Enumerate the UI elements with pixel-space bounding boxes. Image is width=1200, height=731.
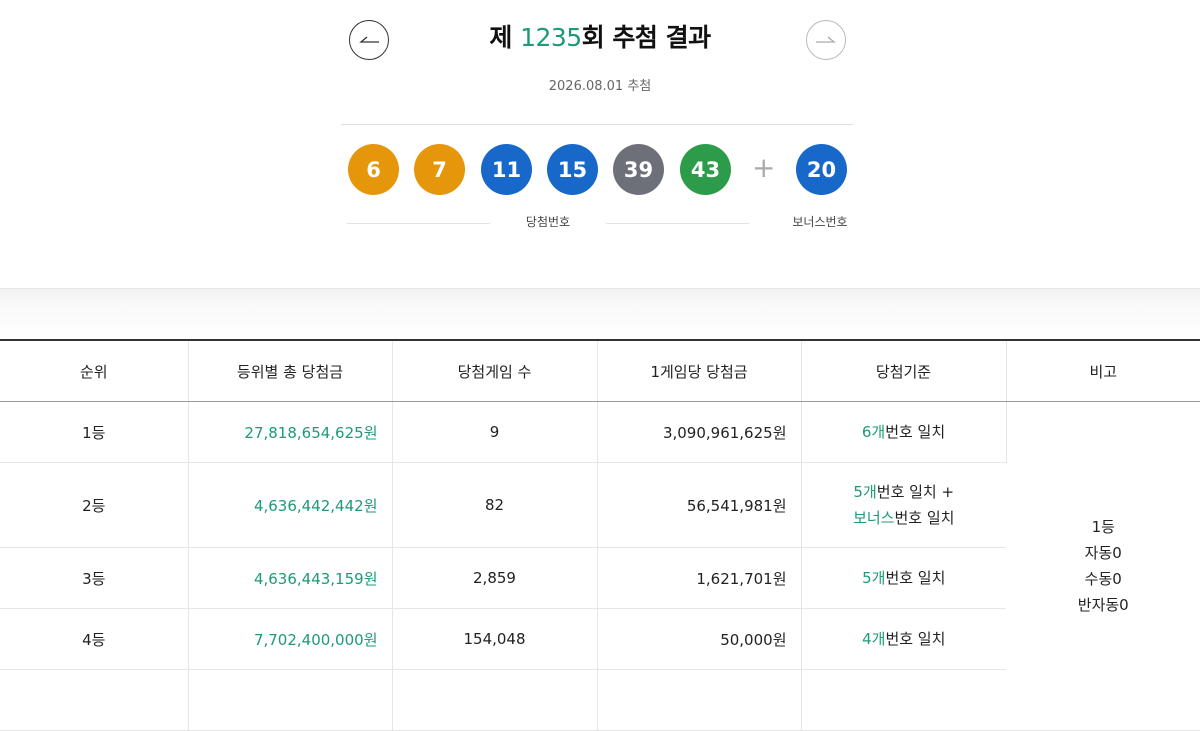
col-header-criteria: 당첨기준	[801, 339, 1007, 402]
criteria-cell: 5개번호 일치 + 보너스번호 일치	[801, 462, 1006, 548]
bonus-ball: 20	[796, 144, 847, 195]
prize-per-game-cell: 1,621,701원	[597, 547, 802, 609]
criteria-cell: 5개번호 일치	[801, 547, 1006, 609]
section-separator	[0, 288, 1200, 341]
table-row: 1등 27,818,654,625원 9 3,090,961,625원 6개번호…	[0, 401, 1200, 731]
winning-ball: 15	[547, 144, 598, 195]
criteria-line: 6개번호 일치	[861, 423, 946, 441]
col-header-winner-count: 당첨게임 수	[392, 339, 598, 402]
plus-sign: +	[752, 151, 776, 184]
col-header-prize-per-game: 1게임당 당첨금	[597, 339, 802, 402]
divider	[347, 223, 490, 224]
winner-count-cell: 154,048	[392, 608, 598, 670]
divider	[606, 223, 749, 224]
rank-cell: 4등	[0, 608, 189, 670]
winning-ball: 11	[481, 144, 532, 195]
winning-ball: 7	[414, 144, 465, 195]
note-line: 1등	[1091, 518, 1115, 536]
winning-ball: 43	[680, 144, 731, 195]
prize-per-game-cell: 3,090,961,625원	[597, 401, 802, 463]
draw-date: 2026.08.01 추첨	[548, 79, 652, 94]
round-number: 1235	[520, 23, 582, 52]
prize-per-game-cell: 50,000원	[597, 608, 802, 670]
arrow-right-icon	[816, 36, 836, 43]
winning-ball: 6	[348, 144, 399, 195]
note-line: 수동0	[1084, 570, 1122, 588]
rank-cell: 2등	[0, 462, 189, 548]
prize-per-game-cell: 56,541,981원	[597, 462, 802, 548]
draw-result-panel: 제 1235회 추첨 결과 2026.08.01 추첨 6 7 11 15 39…	[0, 0, 1200, 288]
prize-table: 순위 등위별 총 당첨금 당첨게임 수 1게임당 당첨금 당첨기준 비고 1등 …	[0, 339, 1200, 731]
next-round-button[interactable]	[806, 20, 846, 60]
total-prize-cell: 4,636,443,159원	[188, 547, 393, 609]
rank-cell: 3등	[0, 547, 189, 609]
note-cell: 1등 자동0 수동0 반자동0	[1006, 401, 1200, 731]
winner-count-cell: 82	[392, 462, 598, 548]
criteria-line: 5개번호 일치	[862, 569, 946, 587]
col-header-total-prize: 등위별 총 당첨금	[188, 339, 393, 402]
arrow-left-icon	[359, 36, 379, 43]
total-prize-cell: 4,636,442,442원	[188, 462, 393, 548]
page-title: 제 1235회 추첨 결과	[489, 23, 711, 52]
criteria-cell: 6개번호 일치	[801, 401, 1007, 463]
criteria-line: 5개번호 일치 +	[853, 483, 955, 501]
winner-count-cell: 2,859	[392, 547, 598, 609]
note-line: 반자동0	[1077, 596, 1129, 614]
winning-numbers-label: 당첨번호	[525, 215, 571, 229]
winner-count-cell: 9	[392, 401, 598, 463]
note-line: 자동0	[1084, 544, 1122, 562]
winning-ball: 39	[613, 144, 664, 195]
bonus-number-label: 보너스번호	[792, 215, 848, 229]
col-header-rank: 순위	[0, 339, 189, 402]
table-header-row: 순위 등위별 총 당첨금 당첨게임 수 1게임당 당첨금 당첨기준 비고	[0, 339, 1200, 402]
rank-cell: 1등	[0, 401, 189, 463]
criteria-line: 4개번호 일치	[862, 630, 946, 648]
total-prize-cell: 27,818,654,625원	[188, 401, 393, 463]
prev-round-button[interactable]	[349, 20, 389, 60]
criteria-cell: 4개번호 일치	[801, 608, 1006, 670]
col-header-note: 비고	[1006, 339, 1200, 402]
total-prize-cell: 7,702,400,000원	[188, 608, 393, 670]
criteria-line: 보너스번호 일치	[853, 509, 955, 527]
divider	[341, 124, 853, 125]
